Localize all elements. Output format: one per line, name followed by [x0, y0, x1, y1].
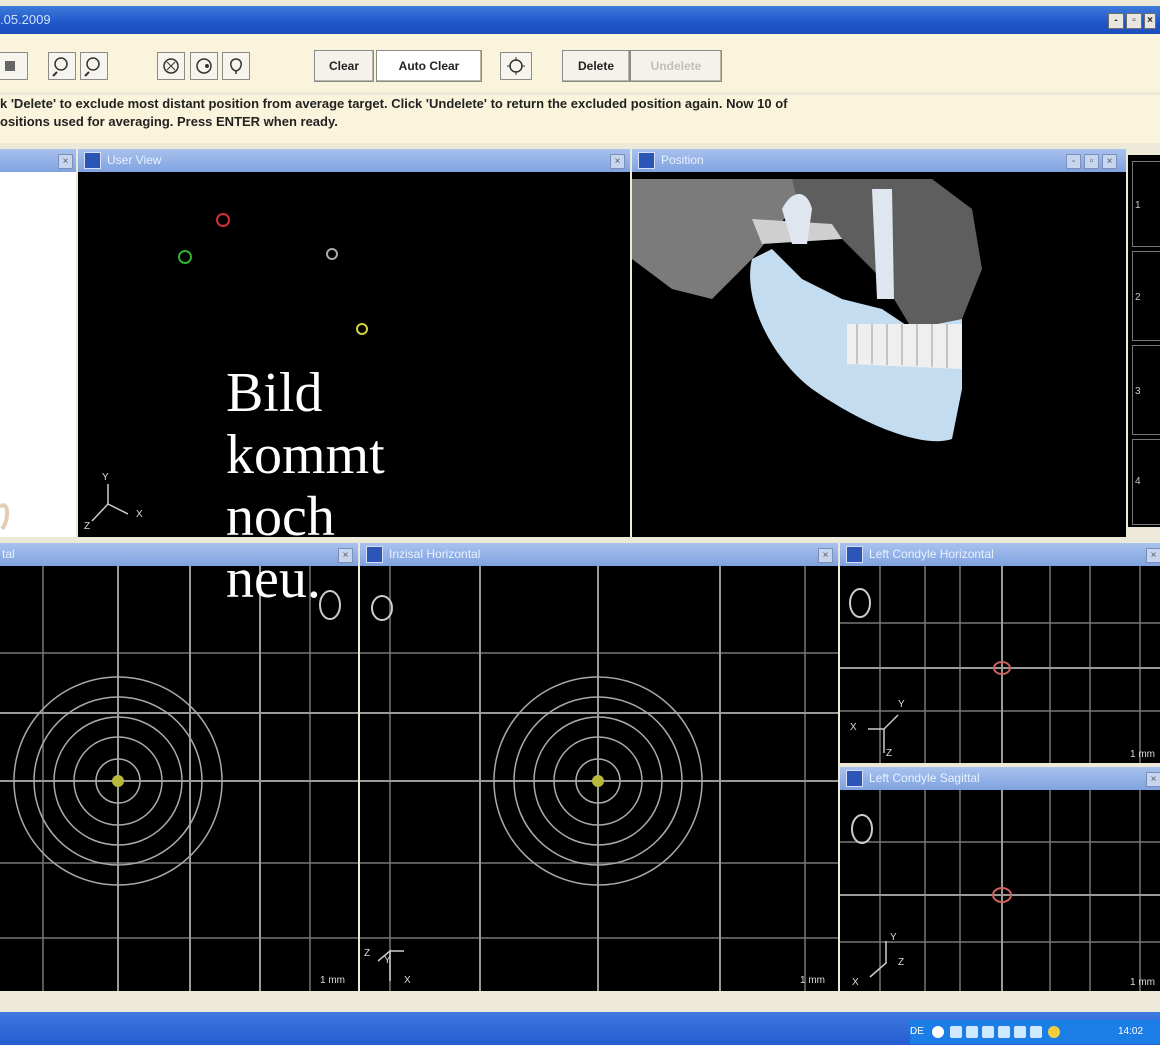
window-title: .05.2009 — [0, 12, 51, 27]
clear-button[interactable]: Clear — [314, 50, 374, 82]
scale-label: 1 mm — [1130, 977, 1155, 988]
security-shield-icon[interactable] — [1048, 1026, 1060, 1038]
display-icon[interactable] — [1014, 1026, 1026, 1038]
maximize-button[interactable]: ▫ — [1126, 13, 1142, 29]
left-panel: × — [0, 149, 76, 537]
zoom-out-icon[interactable] — [80, 52, 108, 80]
position-marker-red — [216, 213, 230, 227]
volume-icon[interactable] — [998, 1026, 1010, 1038]
instruction-text: k 'Delete' to exclude most distant posit… — [0, 95, 1160, 143]
position-panel[interactable]: Position - ▫ × — [632, 149, 1126, 537]
position-marker-gray — [326, 248, 338, 260]
scale-label: 1 mm — [1130, 749, 1155, 760]
undelete-button[interactable]: Undelete — [630, 50, 722, 82]
monitor-icon[interactable] — [966, 1026, 978, 1038]
stop-icon[interactable] — [0, 52, 28, 80]
view-front-icon[interactable] — [157, 52, 185, 80]
scale-label: 1 mm — [800, 975, 825, 986]
close-button[interactable]: × — [1144, 13, 1156, 29]
device-icon[interactable] — [982, 1026, 994, 1038]
delete-button[interactable]: Delete — [562, 50, 630, 82]
connection-icon[interactable] — [1030, 1026, 1042, 1038]
system-tray: DE 14:02 — [910, 1020, 1160, 1044]
network-icon[interactable] — [950, 1026, 962, 1038]
minimize-button[interactable]: - — [1108, 13, 1124, 29]
clock[interactable]: 14:02 — [1118, 1026, 1143, 1037]
position-marker-green — [178, 250, 192, 264]
view-top-icon[interactable] — [222, 52, 250, 80]
window-title-bar: .05.2009 - ▫ × — [0, 6, 1160, 34]
placeholder-overlay-text: Bild kommt noch neu. — [226, 362, 385, 610]
scale-label: 1 mm — [320, 975, 345, 986]
zoom-in-icon[interactable] — [48, 52, 76, 80]
left-condyle-horizontal-panel[interactable]: Left Condyle Horizontal × X Y Z 1 mm — [840, 543, 1160, 763]
view-side-icon[interactable] — [190, 52, 218, 80]
inzisal-horizontal-panel[interactable]: Inzisal Horizontal × Z Y X 1 mm — [360, 543, 838, 991]
language-indicator[interactable]: DE — [910, 1026, 924, 1037]
left-condyle-sagittal-panel[interactable]: Left Condyle Sagittal × Y Z X 1 mm — [840, 767, 1160, 991]
arrow-icon[interactable] — [932, 1026, 944, 1038]
right-strip: 1 2 3 4 — [1128, 155, 1160, 527]
jaw-model — [632, 179, 982, 442]
target-icon[interactable] — [500, 52, 532, 80]
position-marker-yellow — [356, 323, 368, 335]
bottom-left-panel[interactable]: tal × 1 mm — [0, 543, 358, 991]
auto-clear-button[interactable]: Auto Clear — [376, 50, 482, 82]
